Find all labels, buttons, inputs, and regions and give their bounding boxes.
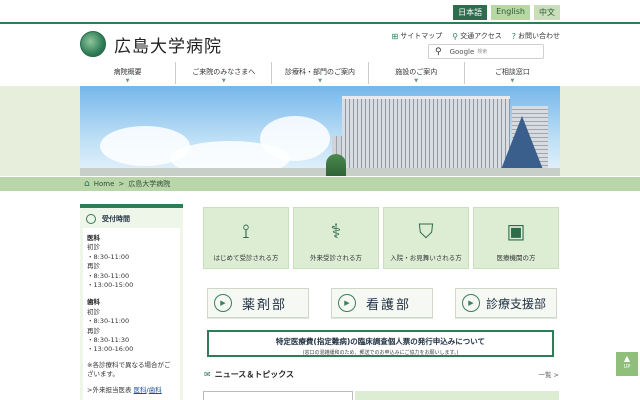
hospital-bed-icon: ⛉ [418,219,434,243]
news-icon: ✉ [204,369,211,379]
lang-japanese-button[interactable]: 日本語 [453,5,488,20]
department-links: ▶ 薬剤部 ▶ 看護部 ▶ 診療支援部 [207,288,557,318]
card-inpatient[interactable]: ⛉ 入院・お見舞いされる方 [383,207,469,269]
global-nav: 病院概要 ▼ ご来院のみなさまへ ▼ 診療科・部門のご案内 ▼ 施設のご案内 ▼ ご相談… [80,62,560,84]
news-tab-2[interactable] [355,391,559,400]
reception-hours-line: ・13:00-16:00 [87,345,134,354]
play-arrow-icon: ▶ [338,294,356,312]
dental-schedule-link[interactable]: 歯科 [149,386,162,394]
stethoscope-icon: ⚕ [330,219,342,243]
chevron-down-icon: ▼ [221,78,226,84]
utility-links: ⊞ サイトマップ ⚲ 交通アクセス ? お問い合わせ [392,31,560,41]
reception-hours-line: 再診 [87,262,100,271]
lang-english-button[interactable]: English [491,5,530,20]
reception-hours-line [87,290,176,296]
breadcrumb-current: 広島大学病院 [128,180,171,188]
reception-hours-line: ※各診療科で異なる場合がございます。 [87,360,171,379]
news-more-link[interactable]: 一覧 > [538,369,559,379]
location-pin-icon: ⚲ [452,31,459,41]
clipboard-icon: ▣ [506,219,526,243]
chevron-down-icon: ▼ [414,78,419,84]
header-top-line [0,22,640,24]
nav-item-visitors[interactable]: ご来院のみなさまへ ▼ [175,62,271,84]
news-tab-1[interactable] [203,391,353,400]
logo-emblem-icon [80,31,106,57]
search-icon: ⚲ [435,46,442,57]
news-tabs [203,391,559,400]
site-logo[interactable]: 広島大学病院 [80,31,222,57]
contact-link[interactable]: ? お問い合わせ [512,31,560,41]
building-main [342,96,510,168]
hero-image [80,86,560,176]
ground [80,168,560,176]
pharmacy-dept-button[interactable]: ▶ 薬剤部 [207,288,309,318]
language-switcher: 日本語 English 中文 [453,5,560,20]
access-link[interactable]: ⚲ 交通アクセス [452,31,502,41]
notice-title: 特定医療費(指定難病)の臨床調査個人票の発行申込みについて [275,337,486,346]
reception-hours-panel: 受付時間 医科 初診 ・8:30-11:00 再診 ・8:30-11:00 ・13:00-… [80,204,183,400]
play-arrow-icon: ▶ [214,294,232,312]
home-icon: ⌂ [84,179,90,189]
chevron-down-icon: ▼ [318,78,322,84]
reception-hours-line: 初診 [87,243,100,252]
card-medical-institutions[interactable]: ▣ 医療機関の方 [473,207,559,269]
reception-hours-line: 初診 [87,307,100,316]
quick-access-cards: ⟟ はじめて受診される方 ⚕ 外来受診される方 ⛉ 入院・お見舞いされる方 ▣ … [203,207,559,269]
reception-hours-body: 医科 初診 ・8:30-11:00 再診 ・8:30-11:00 ・13:00-15:00… [83,228,180,400]
nursing-dept-button[interactable]: ▶ 看護部 [331,288,433,318]
lang-chinese-button[interactable]: 中文 [534,5,560,20]
reception-hours-line: 再診 [87,326,100,335]
site-title: 広島大学病院 [114,36,222,57]
sitemap-link[interactable]: ⊞ サイトマップ [392,31,443,41]
reception-hours-line: ・8:30-11:00 [87,252,130,261]
nav-item-about[interactable]: 病院概要 ▼ [80,62,175,84]
arrow-up-icon: ▲ [623,354,631,363]
breadcrumb-home-link[interactable]: Home [94,180,115,188]
medical-schedule-link[interactable]: 医科 [134,386,147,394]
search-brand: Google [449,47,475,56]
breadcrumb-separator: > [118,180,125,188]
trees [326,154,346,176]
nav-item-consultation[interactable]: ご相談窓口 ▼ [463,62,560,84]
chevron-down-icon: ▼ [125,78,130,84]
news-title: ニュース＆トピックス [214,369,295,379]
chevron-down-icon: ▼ [510,78,515,84]
reception-hours-line: 歯科 [87,298,100,307]
news-header: ✉ ニュース＆トピックス 一覧 > [204,368,559,380]
play-arrow-icon: ▶ [462,294,480,312]
notice-banner[interactable]: 特定医療費(指定難病)の臨床調査個人票の発行申込みについて (窓口の混雑緩和のた… [207,330,554,357]
breadcrumb: ⌂ Home > 広島大学病院 [84,179,170,189]
reception-hours-line: ・8:30-11:30 [87,336,130,345]
clock-icon [86,214,96,224]
beginner-mark-icon: ⟟ [242,219,250,243]
nav-item-departments[interactable]: 診療科・部門のご案内 ▼ [271,62,367,84]
reception-hours-line: ・8:30-11:00 [87,317,130,326]
search-box[interactable]: ⚲ Google 検索 [428,44,544,59]
reception-hours-header: 受付時間 [80,208,183,228]
outpatient-schedule-line: >外来担当医表 医科/歯科 [87,385,162,394]
search-placeholder: 検索 [477,49,488,55]
notice-subtitle: (窓口の混雑緩和のため、郵送でのお申込みにご協力をお願いします。) [302,350,459,356]
nav-item-facilities[interactable]: 施設のご案内 ▼ [367,62,464,84]
question-icon: ? [511,31,516,41]
reception-hours-lines: 医科 初診 ・8:30-11:00 再診 ・8:30-11:00 ・13:00-15:00… [87,234,176,386]
card-first-visit[interactable]: ⟟ はじめて受診される方 [203,207,289,269]
clinical-support-dept-button[interactable]: ▶ 診療支援部 [455,288,557,318]
sitemap-icon: ⊞ [391,31,399,41]
building-glass-tower [500,116,544,172]
reception-hours-line: ・13:00-15:00 [87,281,134,290]
cloud [260,116,330,161]
reception-hours-line: ・8:30-11:00 [87,271,130,280]
reception-hours-line: 医科 [87,234,100,242]
card-outpatient[interactable]: ⚕ 外来受診される方 [293,207,379,269]
back-to-top-button[interactable]: ▲ UP [616,352,638,376]
